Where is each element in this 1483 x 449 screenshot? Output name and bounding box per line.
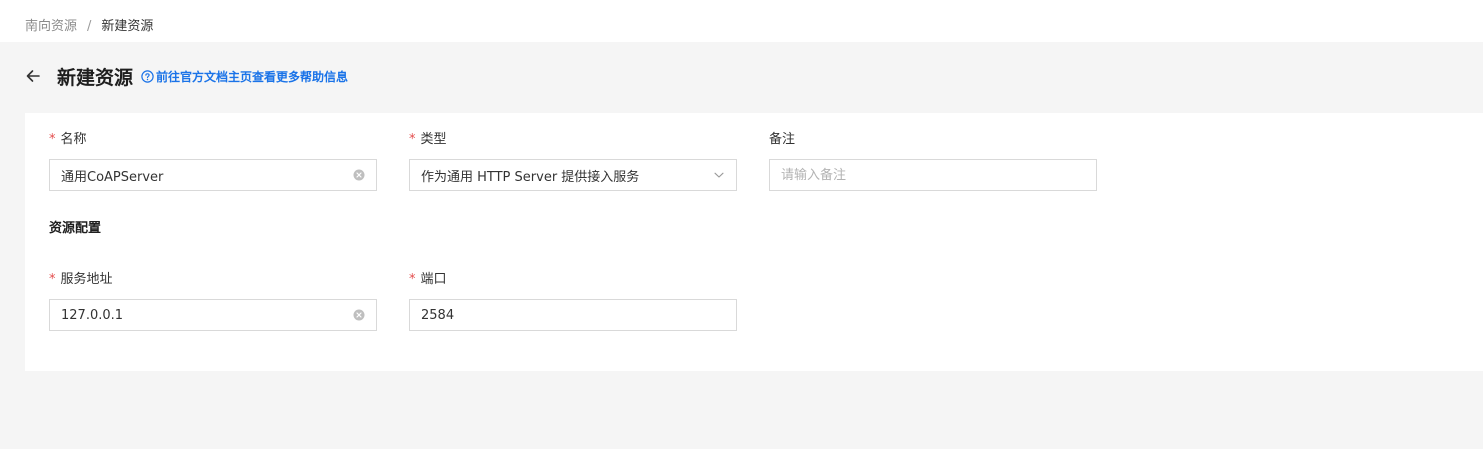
topbar: 南向资源 / 新建资源 <box>0 0 1483 42</box>
page-header: 新建资源 前往官方文档主页查看更多帮助信息 <box>25 63 348 89</box>
type-label: * 类型 <box>409 131 737 149</box>
form-card: * 名称 * 类型 作为通用 HTTP Server 提供接入服务 <box>25 113 1483 371</box>
port-input-wrapper <box>409 299 737 331</box>
name-input[interactable] <box>61 160 353 190</box>
required-mark: * <box>49 132 56 147</box>
port-field: * 端口 <box>409 271 737 351</box>
close-circle-icon[interactable] <box>353 169 365 181</box>
name-label: * 名称 <box>49 131 377 149</box>
port-label-text: 端口 <box>420 272 447 287</box>
address-label: * 服务地址 <box>49 271 377 289</box>
close-circle-icon[interactable] <box>353 309 365 321</box>
type-label-text: 类型 <box>420 132 447 147</box>
type-field: * 类型 作为通用 HTTP Server 提供接入服务 <box>409 131 737 211</box>
arrow-left-icon[interactable] <box>25 68 41 84</box>
help-link-text: 前往官方文档主页查看更多帮助信息 <box>156 69 349 84</box>
page-title: 新建资源 <box>57 66 134 89</box>
remark-input[interactable] <box>781 160 1085 190</box>
breadcrumb: 南向资源 / 新建资源 <box>25 18 153 36</box>
address-label-text: 服务地址 <box>60 272 113 287</box>
address-field: * 服务地址 <box>49 271 377 351</box>
breadcrumb-current: 新建资源 <box>101 19 154 34</box>
required-mark: * <box>409 132 416 147</box>
required-mark: * <box>409 272 416 287</box>
required-mark: * <box>49 272 56 287</box>
question-circle-icon <box>141 69 154 83</box>
name-label-text: 名称 <box>60 132 87 147</box>
section-title: 资源配置 <box>49 221 102 236</box>
chevron-down-icon[interactable] <box>713 169 725 181</box>
name-field: * 名称 <box>49 131 377 211</box>
remark-input-wrapper <box>769 159 1097 191</box>
address-input[interactable] <box>61 300 353 330</box>
remark-label: 备注 <box>769 132 796 147</box>
address-input-wrapper <box>49 299 377 331</box>
port-input[interactable] <box>421 300 725 330</box>
remark-field: 备注 <box>769 131 1097 211</box>
breadcrumb-separator: / <box>87 19 92 34</box>
type-select[interactable]: 作为通用 HTTP Server 提供接入服务 <box>409 159 737 191</box>
name-input-wrapper <box>49 159 377 191</box>
help-doc-link[interactable]: 前往官方文档主页查看更多帮助信息 <box>141 68 348 85</box>
port-label: * 端口 <box>409 271 737 289</box>
breadcrumb-parent-link[interactable]: 南向资源 <box>25 18 77 36</box>
type-select-value: 作为通用 HTTP Server 提供接入服务 <box>421 169 640 185</box>
